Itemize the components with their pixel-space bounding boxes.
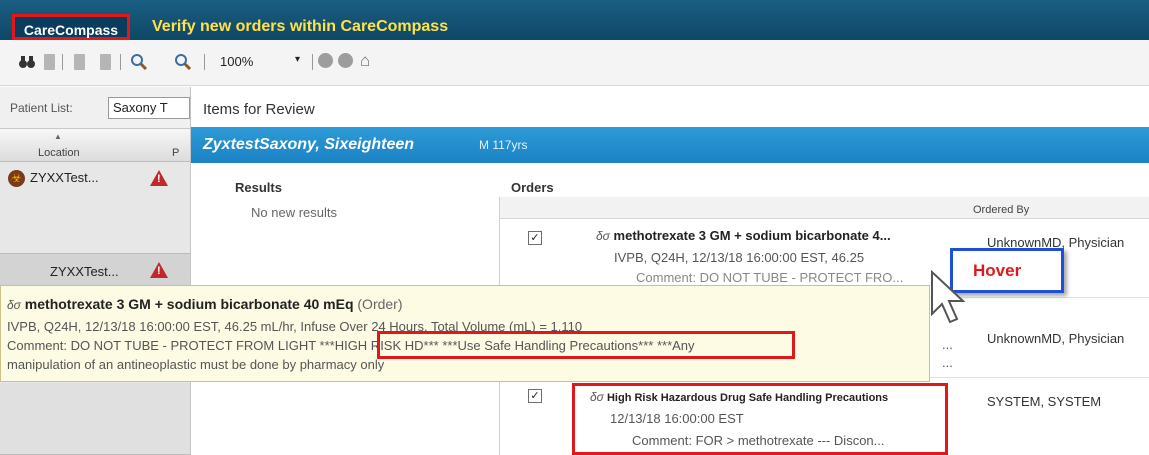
order-comment: Comment: DO NOT TUBE - PROTECT FRO... bbox=[636, 270, 904, 285]
review-glasses-icon: δσ bbox=[596, 229, 610, 243]
toolbar: 100% ▾ ⌂ bbox=[0, 40, 1149, 86]
dialog-title: Items for Review bbox=[203, 101, 315, 118]
page-title: Verify new orders within CareCompass bbox=[152, 18, 449, 35]
order-ordered-by: UnknownMD, Physician bbox=[987, 331, 1125, 346]
order-detail: IVPB, Q24H, 12/13/18 16:00:00 EST, 46.25 bbox=[614, 250, 865, 265]
patient-name: ZyxtestSaxony, Sixeighteen bbox=[203, 136, 415, 153]
patient-row[interactable] bbox=[0, 383, 190, 455]
order-checkbox[interactable]: ✓ bbox=[528, 231, 542, 245]
app-name-badge: CareCompass bbox=[12, 14, 130, 40]
results-heading: Results bbox=[235, 180, 282, 195]
home-icon[interactable]: ⌂ bbox=[360, 51, 370, 71]
patient-row-location: ZYXXTest... bbox=[30, 170, 99, 185]
document-icon[interactable] bbox=[44, 54, 55, 70]
tooltip-type: (Order) bbox=[357, 296, 403, 312]
nav-back-icon[interactable] bbox=[74, 54, 85, 70]
order-title-text: methotrexate 3 GM + sodium bicarbonate 4… bbox=[613, 228, 891, 243]
order-ordered-by: SYSTEM, SYSTEM bbox=[987, 394, 1102, 409]
patient-list-label: Patient List: bbox=[10, 101, 73, 115]
order-tooltip: δσ methotrexate 3 GM + sodium bicarbonat… bbox=[0, 285, 930, 382]
patient-list-row: Patient List: Saxony T bbox=[0, 87, 190, 129]
tooltip-title: δσ methotrexate 3 GM + sodium bicarbonat… bbox=[7, 296, 403, 312]
patient-list-header: ▲ Location P bbox=[0, 129, 190, 162]
circle-button-icon[interactable] bbox=[338, 53, 353, 68]
zoom-level[interactable]: 100% bbox=[220, 54, 253, 69]
tooltip-title-text: methotrexate 3 GM + sodium bicarbonate 4… bbox=[24, 296, 354, 312]
order-title[interactable]: δσ methotrexate 3 GM + sodium bicarbonat… bbox=[596, 228, 891, 243]
toolbar-separator bbox=[312, 54, 313, 70]
circle-button-icon[interactable] bbox=[318, 53, 333, 68]
order-checkbox[interactable]: ✓ bbox=[528, 389, 542, 403]
orders-column-header: Ordered By bbox=[500, 197, 1149, 219]
order-comment: ... bbox=[942, 355, 953, 370]
patient-list-select[interactable]: Saxony T bbox=[108, 97, 190, 119]
zoom-in-icon[interactable] bbox=[174, 54, 192, 70]
column-location[interactable]: Location bbox=[38, 147, 80, 159]
zoom-out-icon[interactable] bbox=[130, 54, 148, 70]
alert-mark: ! bbox=[157, 173, 161, 185]
nav-forward-icon[interactable] bbox=[100, 54, 111, 70]
patient-list-pane: Patient List: Saxony T ▲ Location P ☣ ZY… bbox=[0, 87, 190, 455]
title-bar: CareCompass Verify new orders within Car… bbox=[0, 0, 1149, 40]
toolbar-separator bbox=[120, 54, 121, 70]
column-p[interactable]: P bbox=[172, 147, 179, 159]
highlight-box bbox=[572, 383, 948, 455]
biohazard-icon: ☣ bbox=[8, 170, 25, 187]
column-ordered-by[interactable]: Ordered By bbox=[973, 204, 1029, 216]
patient-demographics: M 117yrs bbox=[479, 138, 528, 152]
toolbar-separator bbox=[62, 54, 63, 70]
sort-arrow-icon[interactable]: ▲ bbox=[54, 132, 62, 141]
order-detail: ... bbox=[942, 337, 953, 352]
patient-banner: ZyxtestSaxony, Sixeighteen M 117yrs bbox=[191, 127, 1149, 163]
results-empty-text: No new results bbox=[251, 205, 337, 220]
alert-mark: ! bbox=[157, 265, 161, 277]
review-glasses-icon: δσ bbox=[7, 298, 21, 312]
cursor-arrow-icon bbox=[931, 270, 966, 324]
patient-row-location: ZYXXTest... bbox=[50, 264, 119, 279]
chevron-down-icon[interactable]: ▾ bbox=[295, 54, 300, 65]
tooltip-comment-cont: manipulation of an antineoplastic must b… bbox=[7, 357, 385, 372]
highlight-box bbox=[377, 331, 795, 359]
orders-heading: Orders bbox=[511, 180, 554, 195]
binoculars-icon[interactable] bbox=[18, 54, 36, 70]
patient-row[interactable]: ☣ ZYXXTest... ! bbox=[0, 162, 190, 254]
toolbar-separator bbox=[204, 54, 205, 70]
